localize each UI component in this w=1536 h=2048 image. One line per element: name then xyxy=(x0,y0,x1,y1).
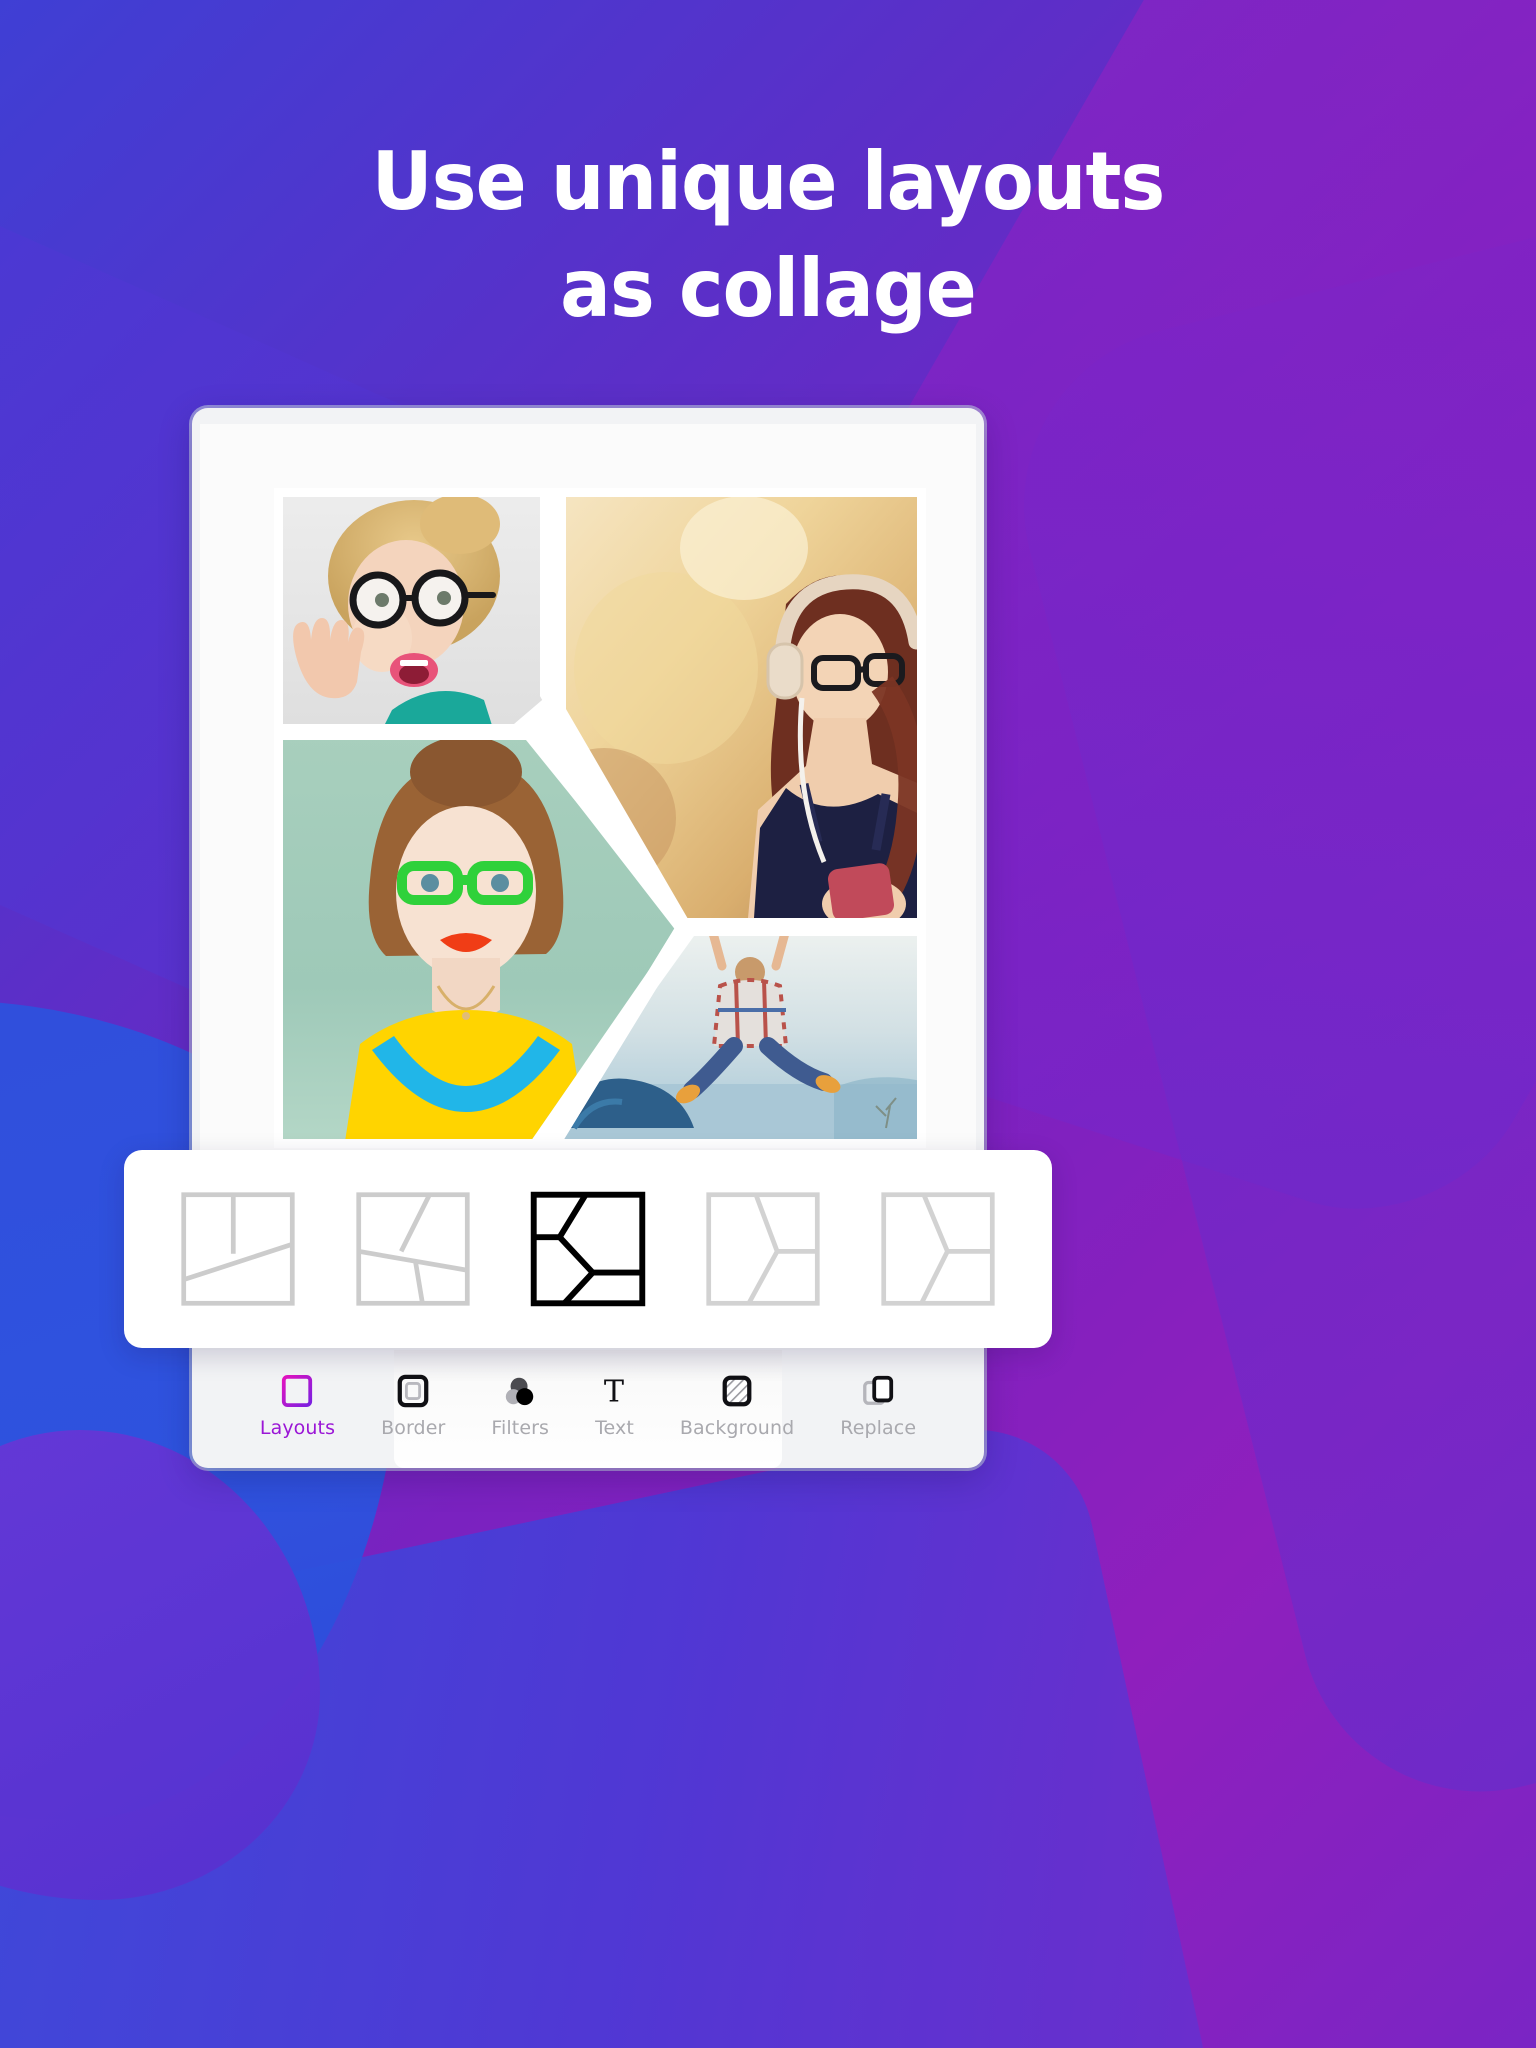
text-icon: T xyxy=(595,1372,633,1410)
toolbar-item-border[interactable]: Border xyxy=(381,1372,445,1439)
toolbar-item-replace[interactable]: Replace xyxy=(840,1372,916,1439)
toolbar-label-background: Background xyxy=(679,1417,795,1439)
collage-svg xyxy=(264,478,938,1165)
filters-icon xyxy=(501,1372,539,1410)
page-title-line-2: as collage xyxy=(560,242,977,336)
toolbar-label-replace: Replace xyxy=(840,1417,917,1439)
page-title-line-1: Use unique layouts xyxy=(371,135,1166,228)
collage-canvas[interactable] xyxy=(264,478,938,1165)
layout-thumb-4[interactable] xyxy=(703,1190,823,1308)
svg-text:T: T xyxy=(604,1374,624,1408)
layouts-icon xyxy=(278,1372,316,1410)
layout-thumb-3[interactable] xyxy=(528,1190,648,1308)
toolbar-label-filters: Filters xyxy=(491,1417,550,1439)
layout-thumb-1[interactable] xyxy=(178,1190,298,1308)
collage-photo-1[interactable] xyxy=(274,488,564,738)
page-title: Use unique layouts as collage xyxy=(46,128,1490,342)
toolbar-item-background[interactable]: Background xyxy=(680,1372,794,1439)
layout-thumb-5[interactable] xyxy=(878,1190,998,1308)
toolbar-label-text: Text xyxy=(595,1417,634,1439)
background-icon xyxy=(718,1372,756,1410)
replace-icon xyxy=(859,1372,897,1410)
border-icon xyxy=(394,1372,432,1410)
editor-toolbar: Layouts Border Filters T Text Background… xyxy=(260,1350,916,1468)
layout-thumb-2[interactable] xyxy=(353,1190,473,1308)
toolbar-label-layouts: Layouts xyxy=(259,1417,336,1439)
toolbar-item-layouts[interactable]: Layouts xyxy=(260,1372,335,1439)
toolbar-label-border: Border xyxy=(381,1417,446,1439)
layout-picker-card xyxy=(124,1150,1052,1348)
toolbar-item-text[interactable]: T Text xyxy=(595,1372,634,1439)
toolbar-item-filters[interactable]: Filters xyxy=(491,1372,549,1439)
